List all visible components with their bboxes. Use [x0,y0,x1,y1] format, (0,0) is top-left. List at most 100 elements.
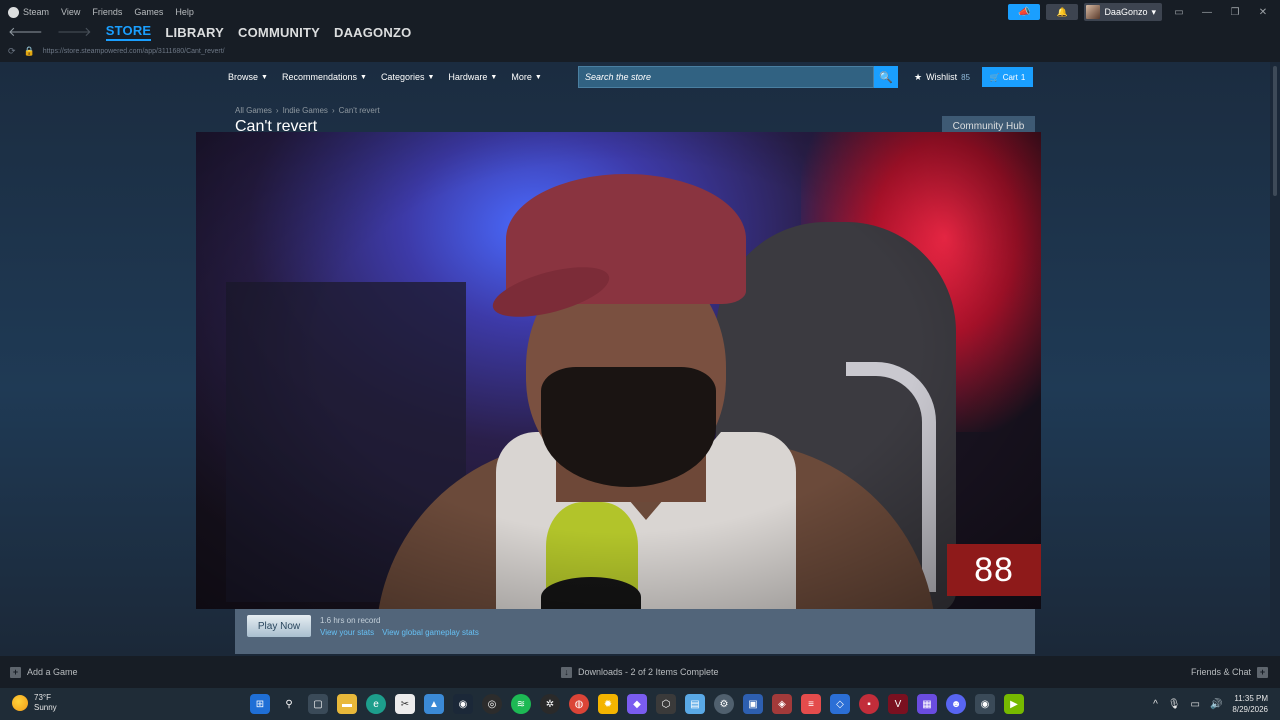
maximize-icon[interactable]: ❐ [1224,7,1246,18]
box-app-icon[interactable]: ⬡ [656,694,676,714]
tab-profile[interactable]: DAAGONZO [334,25,411,40]
taskbar-apps: ⊞ ⚲ ▢ ▬ e ✂ ▲ ◉ ◎ ≋ ✲ ◍ ✹ ◆ ⬡ ▤ ⚙ ▣ ◈ ≡ … [250,694,1024,714]
search-input[interactable]: Search the store [578,66,874,88]
nav-hardware[interactable]: Hardware ▼ [448,72,497,82]
volume-icon[interactable]: 🔊 [1210,699,1222,710]
downloads-status[interactable]: ↓ Downloads - 2 of 2 Items Complete [561,666,719,678]
app-diamond-icon[interactable]: ◇ [830,694,850,714]
hours-on-record: 1.6 hrs on record [320,616,381,625]
cart-button[interactable]: 🛒 Cart 1 [982,67,1033,87]
chevron-down-icon: ▼ [490,73,498,81]
search-icon[interactable]: ⚲ [279,694,299,714]
scroll-thumb[interactable] [1273,66,1277,196]
store-scrollbar[interactable] [1270,62,1280,656]
menu-games[interactable]: Games [134,7,163,17]
todoist-icon[interactable]: ≡ [801,694,821,714]
counter-badge: 88 [947,544,1041,596]
nav-categories[interactable]: Categories ▼ [381,72,434,82]
chatgpt-icon[interactable]: ✲ [540,694,560,714]
spotify-icon[interactable]: ≋ [511,694,531,714]
sticky-notes-icon[interactable]: ✹ [598,694,618,714]
weather-widget[interactable]: 73°F Sunny [12,693,57,713]
minimize-icon[interactable]: — [1196,7,1218,18]
breadcrumb-indie-games[interactable]: Indie Games [283,106,328,115]
vignette [196,132,1041,609]
friends-chat-button[interactable]: Friends & Chat + [1191,666,1268,678]
tab-library[interactable]: LIBRARY [165,25,224,40]
grid-app-icon[interactable]: ▦ [917,694,937,714]
menu-help[interactable]: Help [175,7,194,17]
wishlist-count: 85 [961,72,970,82]
wishlist-button[interactable]: ★ Wishlist 85 [914,66,970,88]
breadcrumb-current[interactable]: Can't revert [339,106,380,115]
nav-browse[interactable]: Browse ▼ [228,72,268,82]
chevron-down-icon: ▼ [261,73,268,81]
user-menu[interactable]: DaaGonzo ▾ [1084,3,1162,21]
nav-recommendations[interactable]: Recommendations ▼ [282,72,367,82]
chrome-icon[interactable]: ◍ [569,694,589,714]
big-picture-icon[interactable]: ▭ [1168,7,1190,18]
photos-icon[interactable]: ▲ [424,694,444,714]
task-view-icon[interactable]: ▢ [308,694,328,714]
back-arrow-icon[interactable]: 🡐 [8,24,43,40]
weather-condition: Sunny [34,703,57,712]
forward-arrow-icon[interactable]: 🡒 [57,24,92,40]
discord-icon[interactable]: ☻ [946,694,966,714]
url-text[interactable]: https://store.steampowered.com/app/31116… [43,48,225,55]
settings-icon[interactable]: ⚙ [714,694,734,714]
obs-icon[interactable]: ◎ [482,694,502,714]
sun-icon [12,695,28,711]
download-icon: ↓ [561,666,572,678]
nav-tabs: 🡐 🡒 STORE LIBRARY COMMUNITY DAAGONZO [8,23,411,41]
view-stats-link[interactable]: View your stats [320,628,374,637]
file-explorer-icon[interactable]: ▬ [337,694,357,714]
snipping-tool-icon[interactable]: ✂ [395,694,415,714]
play-now-button[interactable]: Play Now [247,615,311,637]
username: DaaGonzo [1104,7,1148,17]
game-app-icon[interactable]: ◈ [772,694,792,714]
bell-icon[interactable]: 🔔 [1046,4,1079,20]
refresh-icon[interactable]: ⟳ [8,46,16,57]
steam-bottom-bar: + Add a Game ↓ Downloads - 2 of 2 Items … [0,656,1280,688]
edge-icon[interactable]: e [366,694,386,714]
microphone-icon[interactable]: 🎙 [1168,699,1181,710]
lock-icon: 🔒 [23,45,35,56]
temperature: 73°F [34,693,51,702]
menu-view[interactable]: View [61,7,80,17]
close-icon[interactable]: ✕ [1252,7,1274,18]
system-tray: ^ 🎙 ▭ 🔊 11:35 PM 8/29/2026 [1153,688,1268,720]
chevron-up-icon[interactable]: ^ [1153,699,1158,710]
clock[interactable]: 11:35 PM 8/29/2026 [1232,693,1268,715]
tab-store[interactable]: STORE [105,23,152,41]
breadcrumb: All Games › Indie Games › Can't revert [235,106,380,115]
windows-start-icon[interactable]: ⊞ [250,694,270,714]
copilot-icon[interactable]: ◆ [627,694,647,714]
menu-friends[interactable]: Friends [92,7,122,17]
add-game-button[interactable]: + Add a Game [10,666,78,678]
breadcrumb-all-games[interactable]: All Games [235,106,272,115]
stat-links: View your stats View global gameplay sta… [320,628,479,637]
red-app-icon[interactable]: ▪ [859,694,879,714]
remote-desktop-icon[interactable]: ▣ [743,694,763,714]
nvidia-icon[interactable]: ▶ [1004,694,1024,714]
steam-icon[interactable]: ◉ [453,694,473,714]
adobe-app-icon[interactable]: V [888,694,908,714]
megaphone-icon[interactable]: 📣 [1008,4,1041,20]
cart-count: 1 [1020,72,1026,82]
chevron-down-icon: ▼ [427,73,435,81]
play-section: Play Now 1.6 hrs on record View your sta… [235,608,1035,654]
cart-icon: 🛒 [989,72,1000,82]
chevron-down-icon: ▾ [1151,6,1156,17]
steam-active-icon[interactable]: ◉ [975,694,995,714]
nav-more[interactable]: More ▼ [511,72,541,82]
view-global-stats-link[interactable]: View global gameplay stats [382,628,479,637]
plus-icon: + [10,666,21,678]
url-bar: ⟳ 🔒 https://store.steampowered.com/app/3… [8,44,225,58]
tab-community[interactable]: COMMUNITY [238,25,320,40]
display-icon[interactable]: ▭ [1191,699,1200,710]
menu-steam[interactable]: Steam [8,6,49,18]
notepad-icon[interactable]: ▤ [685,694,705,714]
windows-taskbar: 73°F Sunny ⊞ ⚲ ▢ ▬ e ✂ ▲ ◉ ◎ ≋ ✲ ◍ ✹ ◆ ⬡… [0,688,1280,720]
search-icon[interactable]: 🔍 [874,66,898,88]
webcam-overlay: 88 [196,132,1041,609]
